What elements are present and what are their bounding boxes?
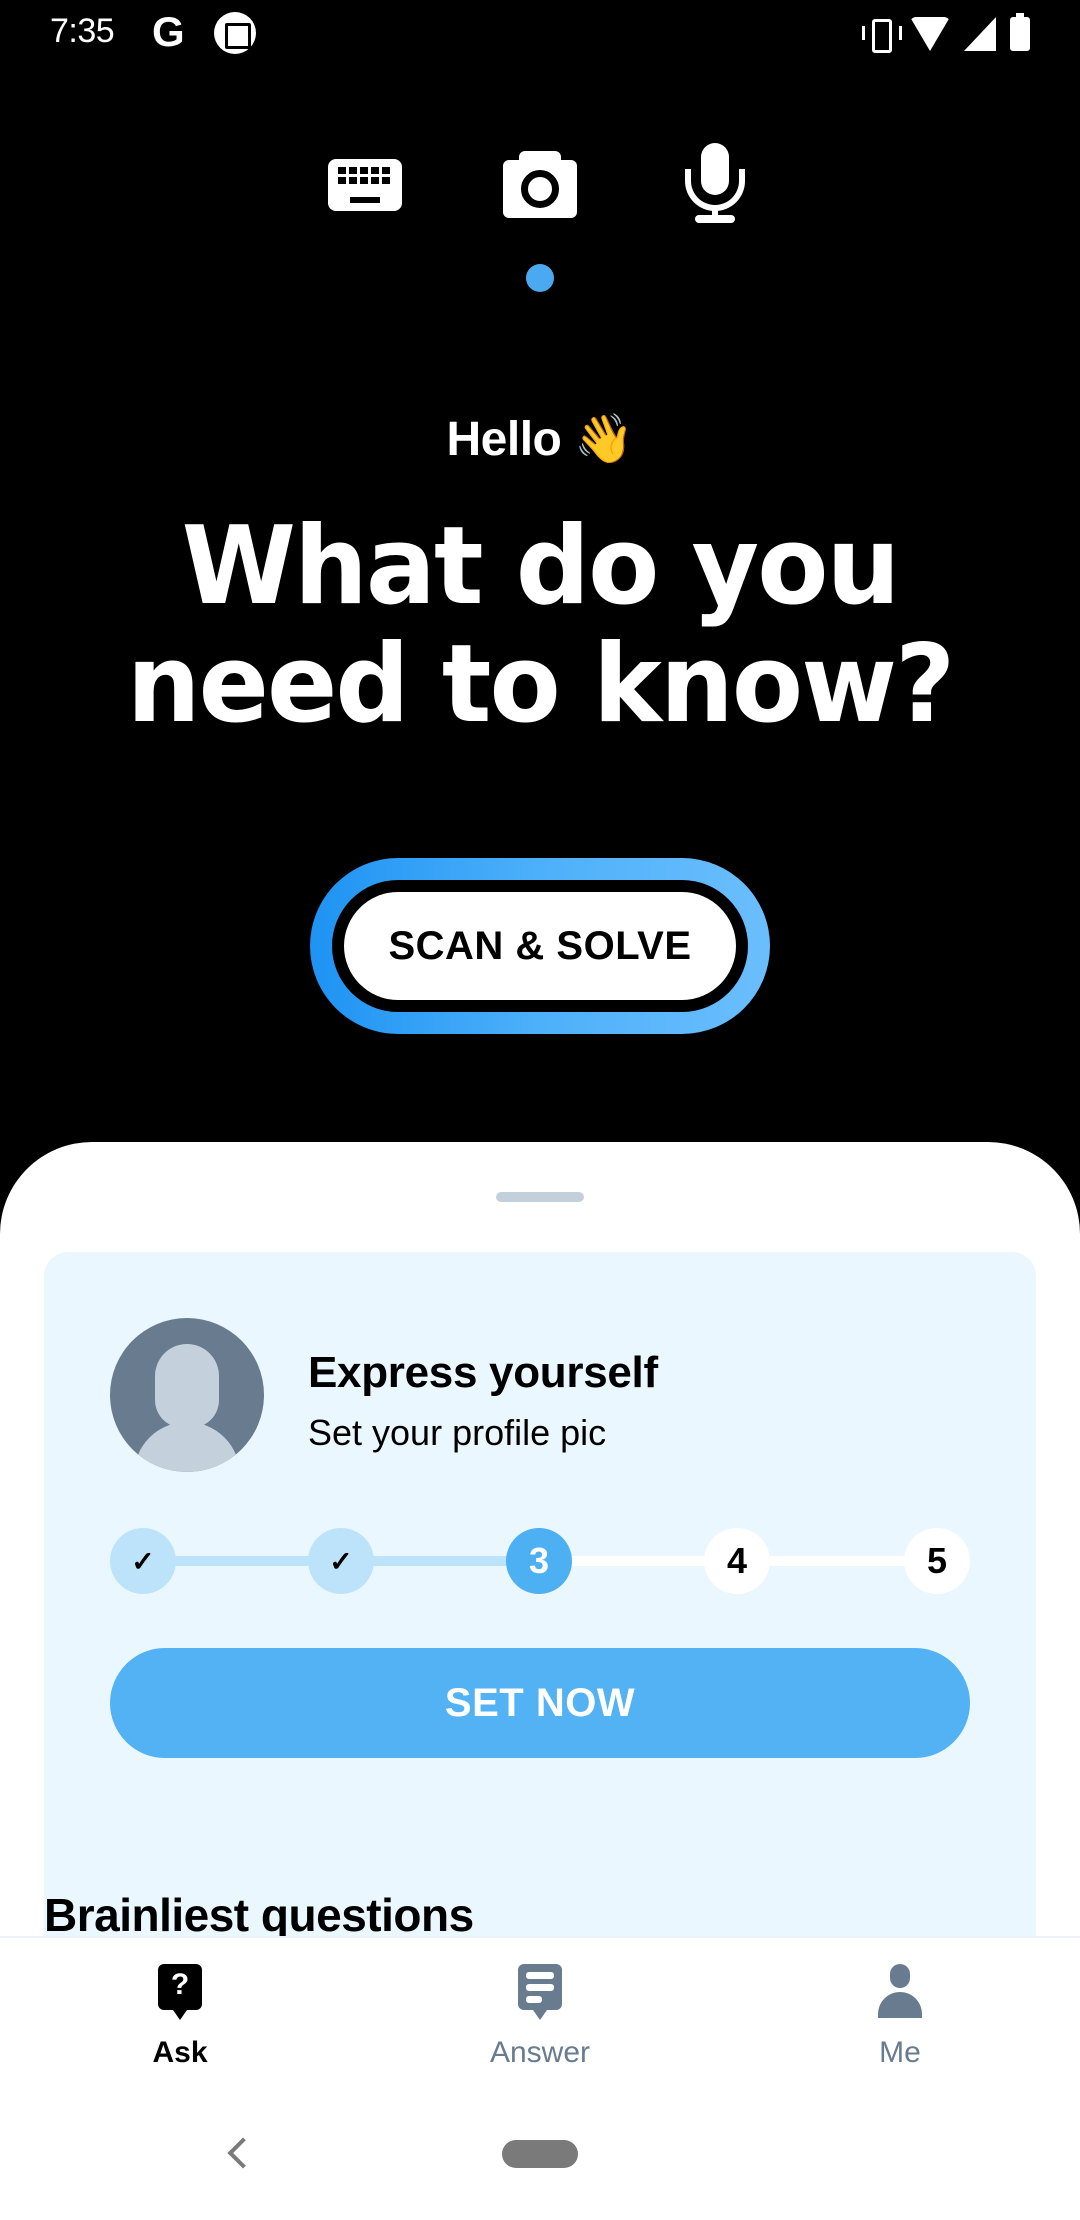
step-4: 4 bbox=[704, 1528, 770, 1594]
system-navigation-bar bbox=[0, 2096, 1080, 2220]
back-chevron-icon[interactable] bbox=[227, 2137, 259, 2169]
step-2-check-icon: ✓ bbox=[308, 1528, 374, 1594]
vibrate-icon bbox=[862, 17, 902, 53]
nav-label-me: Me bbox=[879, 2036, 921, 2069]
status-time: 7:35 bbox=[50, 12, 115, 50]
system-icons bbox=[862, 13, 1030, 54]
selected-mode-indicator bbox=[526, 264, 554, 292]
section-title-brainliest: Brainliest questions bbox=[44, 1889, 474, 1941]
screenshot-app-icon bbox=[214, 12, 256, 54]
card-title: Express yourself bbox=[308, 1348, 658, 1397]
keyboard-mode-button[interactable] bbox=[320, 140, 410, 230]
scan-and-solve-button[interactable]: SCAN & SOLVE bbox=[344, 892, 736, 1000]
google-g-icon: G bbox=[152, 8, 185, 55]
status-bar: 7:35 G bbox=[0, 0, 1080, 66]
bottom-navigation: ? Ask Answer Me bbox=[0, 1936, 1080, 2096]
hero-title-line-1: What do you bbox=[181, 504, 901, 629]
hero-title-line-2: need to know? bbox=[126, 622, 956, 747]
nav-tab-me[interactable]: Me bbox=[720, 1938, 1080, 2096]
home-pill-button[interactable] bbox=[502, 2140, 578, 2168]
avatar-placeholder-icon[interactable] bbox=[110, 1318, 264, 1472]
answer-icon bbox=[516, 1964, 564, 2020]
camera-mode-button[interactable] bbox=[495, 140, 585, 230]
wifi-icon bbox=[910, 17, 950, 51]
progress-stepper: ✓ ✓ 3 4 5 bbox=[110, 1528, 970, 1594]
ask-question-icon: ? bbox=[156, 1964, 204, 2020]
greeting: Hello 👋 bbox=[446, 413, 634, 466]
hero-title: What do you need to know? bbox=[22, 508, 1059, 744]
battery-charging-icon bbox=[1010, 13, 1030, 51]
set-now-button[interactable]: SET NOW bbox=[110, 1648, 970, 1758]
keyboard-icon bbox=[328, 159, 402, 211]
profile-pic-card: Express yourself Set your profile pic ✓ … bbox=[44, 1252, 1036, 1964]
camera-icon bbox=[503, 151, 577, 218]
cell-signal-icon bbox=[964, 17, 996, 51]
scan-button-ring: SCAN & SOLVE bbox=[310, 858, 770, 1034]
card-subtitle: Set your profile pic bbox=[308, 1412, 607, 1453]
step-3-current: 3 bbox=[506, 1528, 572, 1594]
step-5: 5 bbox=[904, 1528, 970, 1594]
microphone-icon bbox=[683, 143, 747, 227]
nav-tab-ask[interactable]: ? Ask bbox=[0, 1938, 360, 2096]
microphone-mode-button[interactable] bbox=[670, 140, 760, 230]
step-1-check-icon: ✓ bbox=[110, 1528, 176, 1594]
nav-label-ask: Ask bbox=[152, 2036, 208, 2069]
sheet-drag-handle[interactable] bbox=[496, 1192, 584, 1202]
nav-tab-answer[interactable]: Answer bbox=[360, 1938, 720, 2096]
input-mode-selector bbox=[0, 140, 1080, 240]
nav-label-answer: Answer bbox=[489, 2036, 591, 2069]
profile-icon bbox=[876, 1964, 924, 2020]
